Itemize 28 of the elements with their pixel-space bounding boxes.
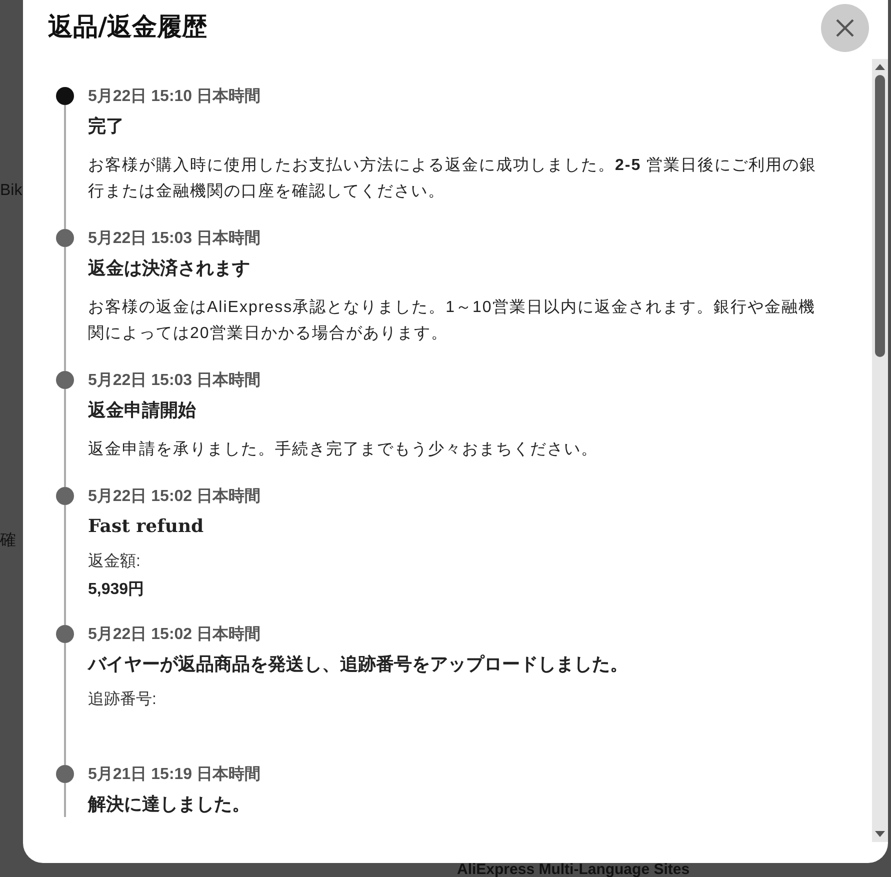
event-title: Fast refund	[88, 515, 205, 539]
event-description: お客様の返金はAliExpress承認となりました。1～10営業日以内に返金されます。銀行や金融機関によっては20営業日かかる場合があります。	[88, 298, 816, 344]
event-date: 5月22日 15:03 日本時間	[88, 371, 262, 391]
event-title: 返金申請開始	[88, 399, 197, 423]
event-date: 5月21日 15:19 日本時間	[88, 765, 262, 785]
tracking-label: 追跡番号:	[88, 690, 158, 710]
scrollbar-thumb[interactable]	[875, 75, 885, 357]
amount-label: 返金額:	[88, 552, 142, 572]
scroll-up-icon[interactable]	[874, 62, 886, 72]
background-text: 確	[0, 531, 16, 551]
event-date: 5月22日 15:10 日本時間	[88, 87, 262, 107]
event-description: お客様が購入時に使用したお支払い方法による返金に成功しました。2-5 営業日後にご利用の銀行または金融機関の口座を確認してください。	[88, 156, 818, 202]
event-title: 返金は決済されます	[88, 257, 251, 281]
event-description: 返金申請を承りました。手続き完了までもう少々おまちください。	[88, 440, 599, 460]
event-date: 5月22日 15:02 日本時間	[88, 487, 262, 507]
scroll-down-icon[interactable]	[874, 829, 886, 839]
event-date: 5月22日 15:02 日本時間	[88, 625, 262, 645]
footer-heading: AliExpress Multi-Language Sites	[457, 862, 690, 877]
scrollbar[interactable]	[872, 59, 888, 842]
close-button[interactable]	[821, 4, 869, 52]
event-title: バイヤーが返品商品を発送し、追跡番号をアップロードしました。	[88, 653, 629, 677]
dialog-title: 返品/返金履歴	[48, 11, 208, 43]
event-title: 完了	[88, 115, 125, 139]
close-icon	[834, 17, 856, 39]
event-title: 解決に達しました。	[88, 793, 251, 817]
background-text: Bik	[0, 182, 22, 200]
event-date: 5月22日 15:03 日本時間	[88, 229, 262, 249]
refund-amount: 5,939円	[88, 580, 146, 600]
